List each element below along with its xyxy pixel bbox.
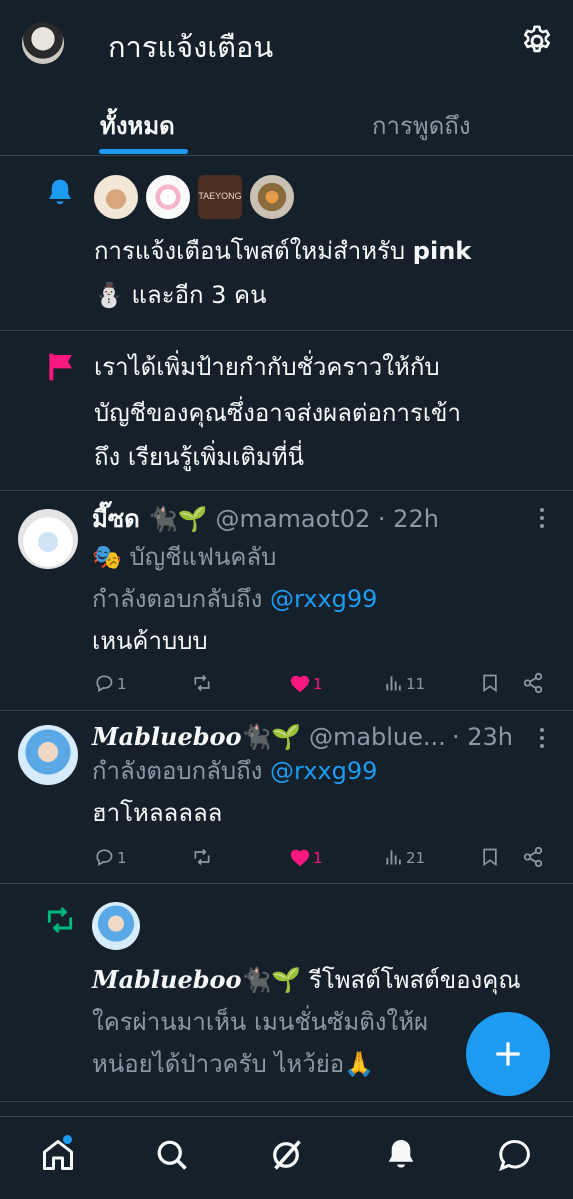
repost-action-text: รีโพสต์โพสต์ของคุณ xyxy=(308,966,521,994)
flag-icon xyxy=(49,353,72,381)
notification-text: การแจ้งเตือนโพสต์ใหม่สำหรับ xyxy=(94,237,406,265)
bell-icon xyxy=(49,179,71,205)
label-text-line1: เราได้เพิ่มป้ายกำกับชั่วคราวให้กับ xyxy=(94,353,440,381)
avatar[interactable] xyxy=(144,173,192,221)
notification-reply[interactable]: มี๊ซด 🐈‍⬛🌱 @mamaot02 · 22h 🎭 บัญชีแฟนคลั… xyxy=(0,491,573,711)
post-body: ฮาโหลลลลล xyxy=(92,799,223,827)
author-name[interactable]: มี๊ซด 🐈‍⬛🌱 xyxy=(92,505,208,533)
profile-avatar[interactable] xyxy=(22,22,64,64)
view-count: 21 xyxy=(406,849,426,867)
retweet-icon[interactable] xyxy=(190,673,214,693)
retweet-icon xyxy=(47,906,73,934)
avatar[interactable] xyxy=(248,173,296,221)
replying-to-label: กำลังตอบกลับถึง xyxy=(92,757,263,785)
account-name[interactable]: pink xyxy=(413,237,471,265)
author-handle[interactable]: @mamaot02 xyxy=(215,505,370,533)
avatar[interactable] xyxy=(92,902,140,950)
bookmark-icon[interactable] xyxy=(480,671,500,695)
share-icon[interactable] xyxy=(522,672,544,694)
label-text-line3: ถึง เรียนรู้เพิ่มเติมที่นี่ xyxy=(94,443,305,471)
taeyong-logo: TAEYONG xyxy=(198,191,242,201)
tab-mentions[interactable]: การพูดถึง xyxy=(372,106,471,145)
share-icon[interactable] xyxy=(522,846,544,868)
gear-icon[interactable] xyxy=(520,24,554,58)
active-tab-indicator xyxy=(99,149,188,154)
reply-count: 1 xyxy=(117,849,127,867)
heart-icon[interactable] xyxy=(288,673,312,695)
author-emoji: 🐈‍⬛🌱 xyxy=(241,723,302,751)
notification-text-suffix: ⛄ และอีก 3 คน xyxy=(94,281,267,309)
plus-icon xyxy=(496,1042,520,1066)
grok-icon[interactable] xyxy=(268,1137,304,1173)
bookmark-icon[interactable] xyxy=(480,845,500,869)
notification-label[interactable]: เราได้เพิ่มป้ายกำกับชั่วคราวให้กับ บัญชี… xyxy=(0,331,573,491)
top-bar: การแจ้งเตือน xyxy=(0,0,573,88)
avatar[interactable]: TAEYONG xyxy=(196,173,244,221)
post-body: เหนค้าบบบ xyxy=(92,627,208,655)
repost-text-line1: ใครผ่านมาเห็น เมนชั่นซัมติงให้ผ xyxy=(92,1008,429,1036)
mention-link[interactable]: @rxxg99 xyxy=(270,585,377,613)
compose-button[interactable] xyxy=(466,1012,550,1096)
more-icon[interactable] xyxy=(540,507,546,531)
replying-to-label: กำลังตอบกลับถึง xyxy=(92,585,263,613)
author-name[interactable]: Mablueboo xyxy=(92,965,242,994)
reply-count: 1 xyxy=(117,675,127,693)
search-icon[interactable] xyxy=(154,1137,190,1173)
author-emoji: 🐈‍⬛🌱 xyxy=(241,966,302,994)
views-icon[interactable] xyxy=(384,673,404,693)
avatar[interactable] xyxy=(18,725,78,785)
messages-icon[interactable] xyxy=(497,1137,533,1173)
tab-bar: ทั้งหมด การพูดถึง xyxy=(0,88,573,156)
reply-icon[interactable] xyxy=(94,673,114,693)
repost-text-line2: หน่อยได้ป่าวครับ ไหว้ย่อ🙏 xyxy=(92,1050,375,1078)
tab-all[interactable]: ทั้งหมด xyxy=(100,106,175,145)
mention-link[interactable]: @rxxg99 xyxy=(270,757,377,785)
retweet-icon[interactable] xyxy=(190,847,214,867)
heart-icon[interactable] xyxy=(288,847,312,869)
home-unread-dot xyxy=(63,1135,72,1144)
like-count: 1 xyxy=(313,675,323,693)
author-handle[interactable]: @mablue... xyxy=(309,723,446,751)
notification-reply[interactable]: Mablueboo🐈‍⬛🌱 @mablue... · 23h กำลังตอบก… xyxy=(0,711,573,884)
more-icon[interactable] xyxy=(540,727,546,751)
view-count: 11 xyxy=(406,675,426,693)
views-icon[interactable] xyxy=(384,847,404,867)
avatar[interactable] xyxy=(92,173,140,221)
page-title: การแจ้งเตือน xyxy=(108,30,274,64)
avatar[interactable] xyxy=(18,509,78,569)
author-name[interactable]: Mablueboo xyxy=(92,722,242,751)
bottom-nav xyxy=(0,1116,573,1199)
post-time: · 22h xyxy=(377,505,439,533)
reply-icon[interactable] xyxy=(94,847,114,867)
fan-account-badge: 🎭 บัญชีแฟนคลับ xyxy=(92,543,277,571)
post-time: · 23h xyxy=(452,723,514,751)
like-count: 1 xyxy=(313,849,323,867)
notifications-icon[interactable] xyxy=(383,1137,419,1173)
label-text-line2: บัญชีของคุณซึ่งอาจส่งผลต่อการเข้า xyxy=(94,399,461,427)
